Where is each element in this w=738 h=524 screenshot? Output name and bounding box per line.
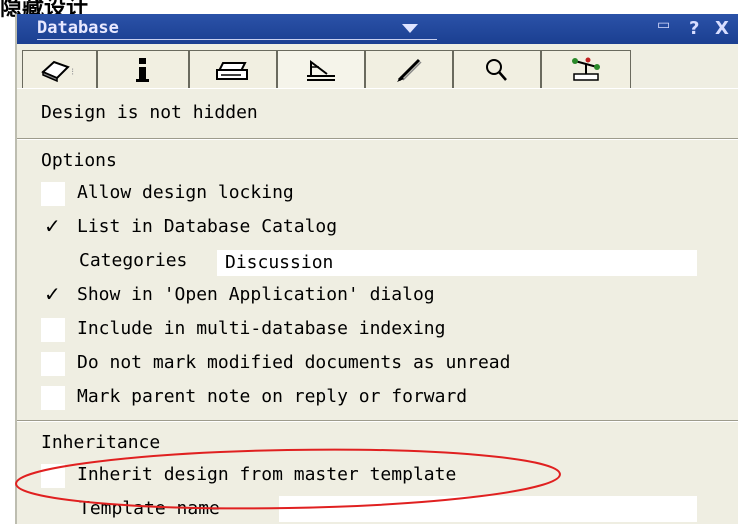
svg-text:⁝: ⁝ [71,67,74,78]
help-icon[interactable]: ? [689,18,699,39]
allow-design-locking-checkbox[interactable] [41,182,65,206]
magnifier-icon [486,58,507,81]
design-status: Design is not hidden [41,102,258,123]
close-icon[interactable]: X [715,18,729,39]
list-in-catalog-label: List in Database Catalog [77,216,338,237]
categories-input[interactable]: Discussion [217,250,697,276]
rocket-icon [397,58,422,82]
tab-info[interactable] [97,50,189,88]
tab-fulltext[interactable] [453,50,541,88]
checkmark-icon: ✓ [44,214,61,238]
tab-design[interactable] [277,50,365,88]
info-icon [136,57,149,82]
tsquare-icon [307,59,335,81]
show-in-open-dialog-checkbox[interactable]: ✓ [41,282,65,308]
window-title[interactable]: Database [37,18,119,38]
printer-icon [216,61,248,80]
eraser-icon: ⁝ [40,60,74,82]
divider [17,88,738,89]
mark-parent-note-label: Mark parent note on reply or forward [77,386,468,407]
categories-label: Categories [79,250,188,271]
tab-printing[interactable] [189,50,277,88]
minimize-icon[interactable]: ▭ [657,17,670,33]
tab-advanced[interactable] [541,50,631,88]
show-in-open-dialog-label: Show in 'Open Application' dialog [77,284,435,305]
allow-design-locking-label: Allow design locking [77,182,294,203]
divider [17,139,738,140]
tab-strip: ⁝ [17,44,738,88]
tab-basics[interactable]: ⁝ [22,50,97,88]
divider [17,421,738,422]
highlight-ellipse [15,448,561,510]
do-not-mark-unread-checkbox[interactable] [41,352,65,376]
checkmark-icon: ✓ [44,282,61,306]
options-heading: Options [41,150,117,171]
chevron-down-icon[interactable] [402,24,418,33]
title-dropdown-underline [37,39,437,40]
multi-db-indexing-checkbox[interactable] [41,318,65,342]
title-bar: Database ▭ ? X [17,14,738,44]
tab-launch[interactable] [365,50,453,88]
multi-db-indexing-label: Include in multi-database indexing [77,318,446,339]
mark-parent-note-checkbox[interactable] [41,386,65,410]
do-not-mark-unread-label: Do not mark modified documents as unread [77,352,511,373]
list-in-catalog-checkbox[interactable]: ✓ [41,214,65,240]
propeller-icon [572,57,600,81]
